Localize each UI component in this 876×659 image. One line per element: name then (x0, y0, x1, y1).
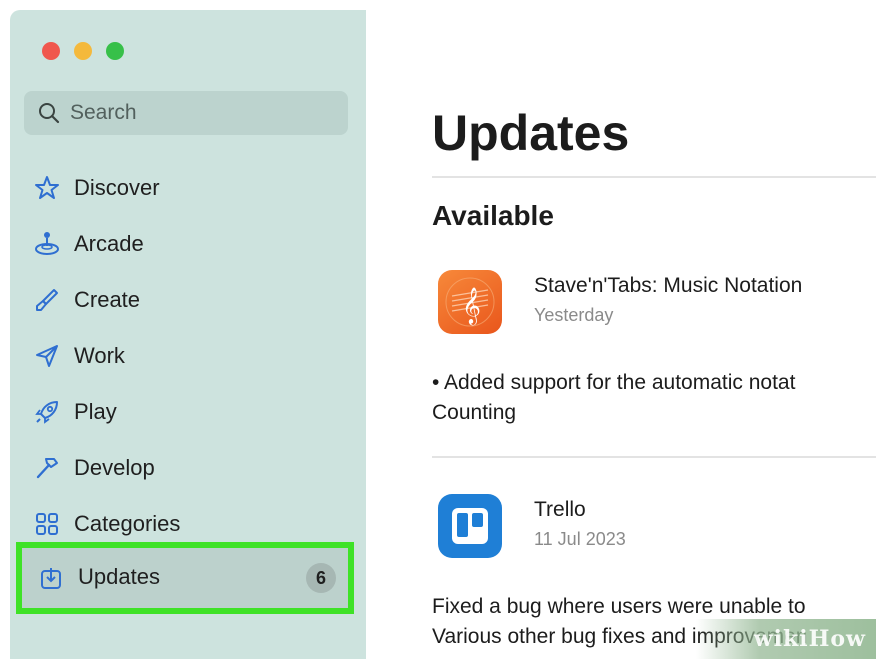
zoom-window-button[interactable] (106, 42, 124, 60)
watermark-text: wikiHow (753, 626, 866, 652)
section-title: Available (432, 200, 554, 231)
minimize-window-button[interactable] (74, 42, 92, 60)
release-notes: • Added support for the automatic notat … (432, 368, 795, 428)
notes-line: • Added support for the automatic notat (432, 371, 796, 394)
sidebar-item-label: Arcade (74, 231, 144, 256)
rocket-icon (32, 397, 62, 427)
notes-line: Fixed a bug where users were unable to (432, 595, 806, 618)
app-date: 11 Jul 2023 (534, 529, 626, 549)
search-field[interactable]: Search (24, 91, 348, 135)
trello-icon[interactable] (438, 494, 502, 558)
page-title: Updates (432, 105, 630, 161)
notes-line: Counting (432, 401, 517, 424)
app-name[interactable]: Trello (534, 498, 586, 522)
sidebar-item-label: Discover (74, 175, 160, 200)
paper-plane-icon (32, 341, 62, 371)
search-placeholder: Search (70, 101, 137, 124)
sidebar-item-create[interactable]: Create (32, 280, 342, 320)
highlight-box (16, 542, 354, 614)
sidebar-item-label: Play (74, 399, 117, 424)
close-window-button[interactable] (42, 42, 60, 60)
hammer-icon (32, 453, 62, 483)
divider (432, 456, 876, 458)
app-store-window: Search Discover Arcade Create Work Play … (10, 10, 876, 659)
sidebar-item-arcade[interactable]: Arcade (32, 224, 342, 264)
sidebar-item-work[interactable]: Work (32, 336, 342, 376)
svg-text:𝄞: 𝄞 (462, 286, 481, 325)
music-clef-icon[interactable]: 𝄞 (438, 270, 502, 334)
sidebar-item-develop[interactable]: Develop (32, 448, 342, 488)
watermark: wikiHow (696, 619, 876, 659)
divider (432, 176, 876, 178)
sidebar-item-label: Create (74, 287, 141, 312)
sidebar-item-label: Develop (74, 455, 155, 480)
sidebar-item-label: Categories (74, 511, 181, 536)
sidebar-item-categories[interactable]: Categories (32, 504, 342, 544)
sidebar-item-discover[interactable]: Discover (32, 168, 342, 208)
window-controls (42, 42, 124, 60)
grid-icon (32, 509, 62, 539)
star-icon (32, 173, 62, 203)
app-date: Yesterday (534, 305, 614, 325)
sidebar-item-label: Work (74, 343, 125, 368)
main-content: Updates Available 𝄞 Stave'n'Tabs: Music … (366, 10, 876, 659)
search-icon (39, 103, 60, 124)
sidebar: Search Discover Arcade Create Work Play … (10, 10, 366, 659)
app-name[interactable]: Stave'n'Tabs: Music Notation (534, 274, 802, 298)
brush-icon (32, 285, 62, 315)
sidebar-item-play[interactable]: Play (32, 392, 342, 432)
joystick-icon (32, 229, 62, 259)
